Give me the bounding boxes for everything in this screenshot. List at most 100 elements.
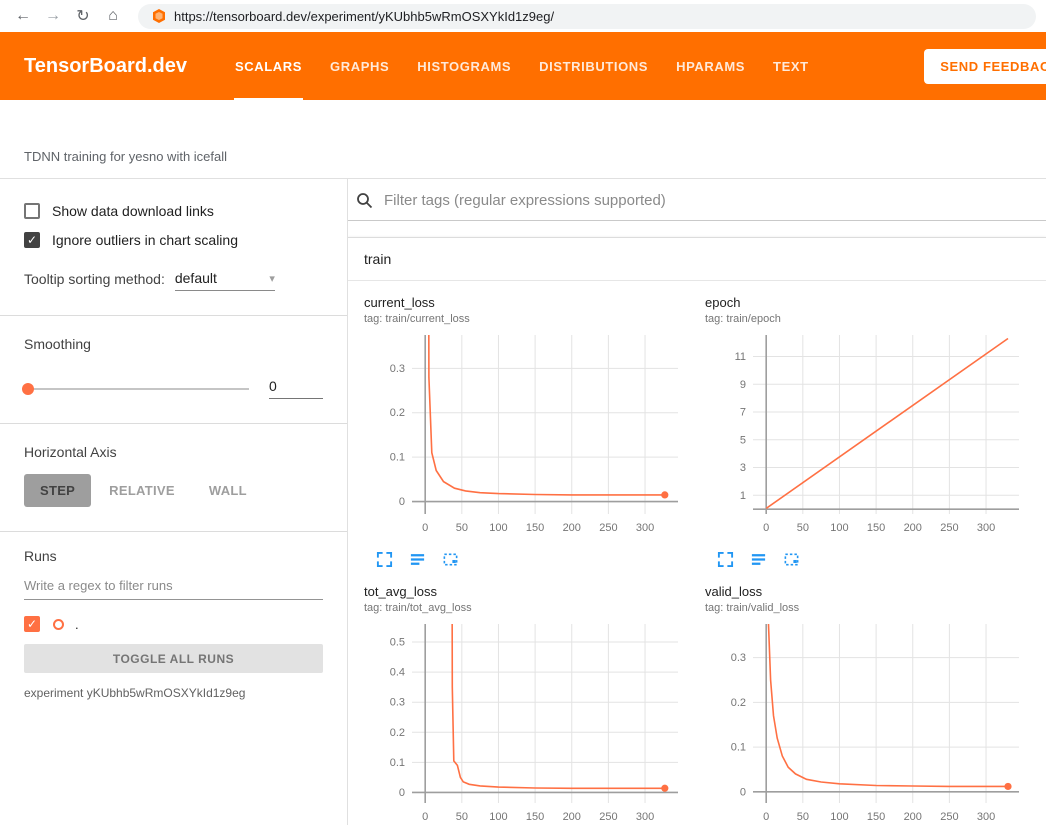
smoothing-value-input[interactable]: 0 [269, 378, 323, 399]
experiment-id-label: experiment yKUbhb5wRmOSXYkId1z9eg [24, 686, 323, 700]
tab-graphs[interactable]: GRAPHS [316, 32, 403, 100]
svg-text:0.3: 0.3 [390, 697, 405, 709]
svg-text:0.1: 0.1 [390, 452, 405, 464]
svg-text:9: 9 [740, 379, 746, 391]
show-download-links-checkbox[interactable]: ✓ [24, 203, 40, 219]
run-color-swatch [53, 619, 64, 630]
slider-thumb[interactable] [22, 383, 34, 395]
chart-tile-valid-loss: valid_loss tag: train/valid_loss 0501001… [705, 584, 1046, 825]
tag-filter-input[interactable] [382, 191, 1038, 210]
tensorboard-favicon [152, 9, 166, 23]
chart-tag: tag: train/valid_loss [705, 602, 1038, 614]
axis-wall-button[interactable]: WALL [193, 474, 263, 507]
svg-text:300: 300 [977, 811, 995, 823]
svg-text:200: 200 [904, 811, 922, 823]
check-icon: ✓ [27, 234, 37, 246]
svg-text:150: 150 [526, 811, 544, 823]
svg-text:250: 250 [599, 522, 617, 534]
runs-label: Runs [24, 532, 323, 564]
nav-tabs: SCALARS GRAPHS HISTOGRAMS DISTRIBUTIONS … [221, 32, 823, 100]
svg-text:100: 100 [830, 522, 848, 534]
tooltip-sorting-select[interactable]: default ▾ [175, 270, 275, 291]
chart-tile-tot-avg-loss: tot_avg_loss tag: train/tot_avg_loss 050… [364, 584, 705, 825]
run-row[interactable]: ✓ . [24, 616, 323, 632]
expand-chart-icon[interactable] [376, 551, 393, 568]
chart-title: epoch [705, 295, 1038, 310]
svg-text:11: 11 [735, 351, 746, 363]
chart-title: tot_avg_loss [364, 584, 697, 599]
chevron-down-icon: ▾ [269, 272, 275, 285]
tab-hparams[interactable]: HPARAMS [662, 32, 759, 100]
tab-distributions[interactable]: DISTRIBUTIONS [525, 32, 662, 100]
svg-text:150: 150 [526, 522, 544, 534]
svg-text:200: 200 [904, 522, 922, 534]
svg-text:300: 300 [636, 522, 654, 534]
axis-relative-button[interactable]: RELATIVE [93, 474, 191, 507]
line-chart[interactable]: 0501001502002503001357911 [705, 327, 1038, 547]
svg-text:0: 0 [763, 811, 769, 823]
runs-selector-icon[interactable] [409, 551, 426, 568]
svg-text:5: 5 [740, 434, 746, 446]
svg-text:200: 200 [563, 811, 581, 823]
fit-domain-icon[interactable] [783, 551, 800, 568]
svg-text:200: 200 [563, 522, 581, 534]
svg-text:50: 50 [797, 811, 809, 823]
svg-text:100: 100 [489, 522, 507, 534]
chart-tag: tag: train/current_loss [364, 313, 697, 325]
charts-grid: current_loss tag: train/current_loss 050… [348, 281, 1046, 825]
tab-histograms[interactable]: HISTOGRAMS [403, 32, 525, 100]
settings-sidebar: ✓ Show data download links ✓ Ignore outl… [0, 179, 348, 825]
svg-text:250: 250 [599, 811, 617, 823]
svg-text:0.2: 0.2 [390, 727, 405, 739]
forward-button[interactable]: → [40, 3, 66, 29]
home-button[interactable]: ⌂ [100, 3, 126, 29]
svg-text:0: 0 [763, 522, 769, 534]
smoothing-slider[interactable] [24, 388, 249, 390]
tag-filter-row [348, 181, 1046, 221]
app-header: TensorBoard.dev SCALARS GRAPHS HISTOGRAM… [0, 32, 1046, 100]
svg-text:150: 150 [867, 811, 885, 823]
smoothing-label: Smoothing [24, 316, 323, 352]
ignore-outliers-checkbox-row[interactable]: ✓ Ignore outliers in chart scaling [24, 232, 323, 248]
svg-text:0: 0 [399, 496, 405, 508]
svg-text:0.3: 0.3 [731, 652, 746, 664]
horizontal-axis-label: Horizontal Axis [24, 424, 323, 460]
svg-text:0.5: 0.5 [390, 637, 405, 649]
expand-chart-icon[interactable] [717, 551, 734, 568]
svg-text:50: 50 [456, 811, 468, 823]
tab-text[interactable]: TEXT [759, 32, 823, 100]
svg-text:300: 300 [636, 811, 654, 823]
svg-text:100: 100 [489, 811, 507, 823]
line-chart[interactable]: 05010015020025030000.10.20.3 [364, 327, 697, 547]
reload-button[interactable]: ↻ [70, 3, 96, 29]
svg-text:0: 0 [740, 786, 746, 798]
tab-scalars[interactable]: SCALARS [221, 32, 316, 100]
axis-step-button[interactable]: STEP [24, 474, 91, 507]
runs-regex-input[interactable] [24, 564, 323, 600]
tooltip-sorting-value: default [175, 270, 217, 286]
line-chart[interactable]: 05010015020025030000.10.20.3 [705, 616, 1038, 825]
svg-text:0.4: 0.4 [390, 667, 405, 679]
svg-text:0.1: 0.1 [390, 757, 405, 769]
fit-domain-icon[interactable] [442, 551, 459, 568]
check-icon: ✓ [27, 618, 37, 630]
back-button[interactable]: ← [10, 3, 36, 29]
experiment-description: TDNN training for yesno with icefall [24, 149, 227, 164]
ignore-outliers-checkbox[interactable]: ✓ [24, 232, 40, 248]
tooltip-sorting-label: Tooltip sorting method: [24, 271, 165, 291]
svg-text:0: 0 [422, 811, 428, 823]
tag-group-header[interactable]: train [348, 238, 1046, 281]
toggle-all-runs-button[interactable]: TOGGLE ALL RUNS [24, 644, 323, 673]
svg-text:0: 0 [399, 787, 405, 799]
runs-selector-icon[interactable] [750, 551, 767, 568]
send-feedback-button[interactable]: SEND FEEDBACK [924, 49, 1046, 84]
chart-title: valid_loss [705, 584, 1038, 599]
run-checkbox[interactable]: ✓ [24, 616, 40, 632]
show-download-links-label: Show data download links [52, 203, 214, 219]
svg-text:7: 7 [740, 407, 746, 419]
show-download-links-checkbox-row[interactable]: ✓ Show data download links [24, 203, 323, 219]
brand-logo: TensorBoard.dev [24, 55, 187, 78]
address-bar[interactable]: https://tensorboard.dev/experiment/yKUbh… [138, 4, 1036, 29]
browser-toolbar: ← → ↻ ⌂ https://tensorboard.dev/experime… [0, 0, 1046, 32]
line-chart[interactable]: 0 50 100 150 200 250 300 0 0.1 0.2 0.3 0.4 0.5 [364, 616, 697, 825]
